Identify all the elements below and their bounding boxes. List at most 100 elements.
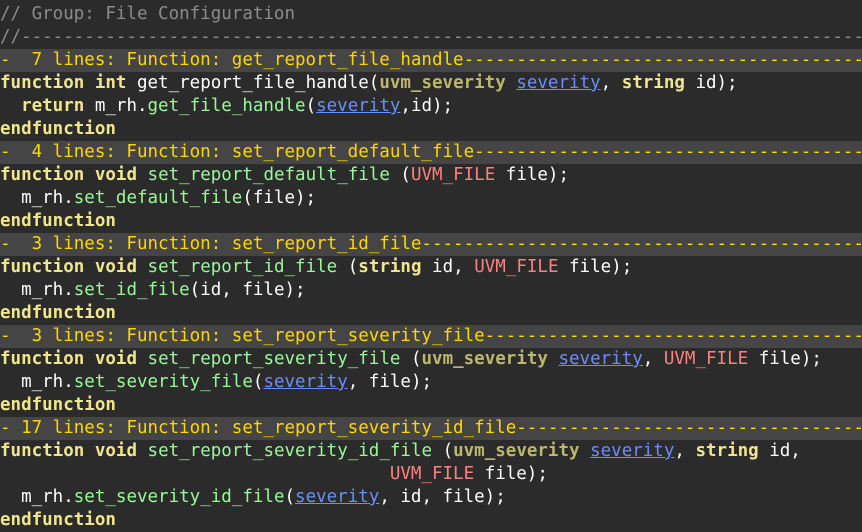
code-line: endfunction — [0, 210, 862, 233]
code-line: UVM_FILE file); — [0, 463, 862, 486]
code-line: // Group: File Configuration — [0, 3, 862, 26]
token-ul: severity — [263, 372, 348, 392]
code-line: function void set_report_id_file (string… — [0, 256, 862, 279]
token-kw: function — [0, 73, 85, 93]
token-plain: id, — [758, 441, 801, 461]
token-plain: m_rh. — [0, 280, 74, 300]
fold-line[interactable]: - 17 lines: Function: set_report_severit… — [0, 417, 862, 440]
token-kw: string — [358, 257, 422, 277]
token-const: UVM_FILE — [410, 165, 496, 185]
code-line: function void set_report_severity_file (… — [0, 348, 862, 371]
token-plain: (file); — [242, 188, 317, 208]
token-const: UVM_FILE — [389, 464, 475, 484]
token-const: UVM_FILE — [474, 257, 559, 277]
fold-line[interactable]: - 7 lines: Function: get_report_file_han… — [0, 49, 862, 72]
token-fold: - 17 lines: Function: set_report_severit… — [0, 418, 862, 438]
code-line: //--------------------------------------… — [0, 26, 862, 49]
fold-line[interactable]: - 4 lines: Function: set_report_default_… — [0, 141, 862, 164]
token-const: UVM_FILE — [663, 349, 749, 369]
token-plain: id); — [684, 73, 738, 93]
token-fn: set_default_file — [73, 188, 243, 208]
token-plain: ( — [284, 487, 296, 507]
token-kw: endfunction — [0, 119, 116, 139]
code-line: return m_rh.get_file_handle(severity,id)… — [0, 95, 862, 118]
token-plain: m_rh. — [0, 372, 74, 392]
token-kw: endfunction — [0, 303, 116, 323]
code-line: m_rh.set_severity_id_file(severity, id, … — [0, 486, 862, 509]
token-plain: file); — [495, 165, 570, 185]
code-line: m_rh.set_default_file(file); — [0, 187, 862, 210]
token-plain: , — [642, 349, 664, 369]
token-plain: , id, file); — [379, 487, 506, 507]
token-kw: string — [695, 441, 759, 461]
token-fn: set_id_file — [73, 280, 190, 300]
code-line: function int get_report_file_handle(uvm_… — [0, 72, 862, 95]
token-fn: set_severity_id_file — [73, 487, 285, 507]
token-comment: //--------------------------------------… — [0, 27, 862, 47]
code-line: endfunction — [0, 394, 862, 417]
token-kw: endfunction — [0, 510, 116, 530]
fold-line[interactable]: - 3 lines: Function: set_report_severity… — [0, 325, 862, 348]
token-fold: - 7 lines: Function: get_report_file_han… — [0, 50, 862, 70]
token-plain: ,id); — [400, 96, 454, 116]
token-kw: void — [94, 257, 137, 277]
token-fn: set_report_severity_id_file — [147, 441, 433, 461]
token-plain: get_report_file_handle( — [126, 73, 380, 93]
token-fn: set_report_id_file — [147, 257, 338, 277]
token-plain: ( — [305, 96, 317, 116]
token-ul: severity — [316, 96, 401, 116]
token-plain: file); — [558, 257, 633, 277]
code-line: m_rh.set_severity_file(severity, file); — [0, 371, 862, 394]
token-kw: void — [94, 441, 137, 461]
token-plain: ( — [400, 349, 422, 369]
token-plain: ( — [337, 257, 359, 277]
token-fn: set_report_severity_file — [147, 349, 401, 369]
token-comment: // Group: File Configuration — [0, 4, 296, 24]
token-plain: , file); — [347, 372, 433, 392]
token-plain: m_rh. — [0, 188, 74, 208]
token-kw: function — [0, 165, 85, 185]
token-kw: int — [94, 73, 127, 93]
token-kw: return — [21, 96, 85, 116]
code-line: function void set_report_severity_id_fil… — [0, 440, 862, 463]
code-line: m_rh.set_id_file(id, file); — [0, 279, 862, 302]
token-fn: set_severity_file — [73, 372, 253, 392]
token-plain: ( — [252, 372, 264, 392]
token-kw: endfunction — [0, 211, 116, 231]
token-type: uvm_severity — [379, 73, 506, 93]
token-kw: function — [0, 257, 85, 277]
token-plain: m_rh. — [84, 96, 148, 116]
token-kw: function — [0, 349, 85, 369]
token-ul: severity — [590, 441, 675, 461]
token-plain: , — [600, 73, 622, 93]
token-ul: severity — [558, 349, 643, 369]
token-ul: severity — [516, 73, 601, 93]
code-editor[interactable]: // Group: File Configuration //----------… — [0, 3, 862, 532]
fold-line[interactable]: - 3 lines: Function: set_report_id_file-… — [0, 233, 862, 256]
token-plain: file); — [474, 464, 548, 484]
token-plain: (id, file); — [189, 280, 306, 300]
token-plain: , — [674, 441, 696, 461]
token-plain: ( — [432, 441, 454, 461]
token-fn: get_file_handle — [147, 96, 306, 116]
token-fold: - 4 lines: Function: set_report_default_… — [0, 142, 862, 162]
token-plain: m_rh. — [0, 487, 74, 507]
token-fn: set_report_default_file — [147, 165, 390, 185]
code-line: function void set_report_default_file (U… — [0, 164, 862, 187]
token-type: uvm_severity — [453, 441, 580, 461]
token-plain: file); — [748, 349, 822, 369]
token-type: uvm_severity — [421, 349, 548, 369]
token-kw: function — [0, 441, 85, 461]
